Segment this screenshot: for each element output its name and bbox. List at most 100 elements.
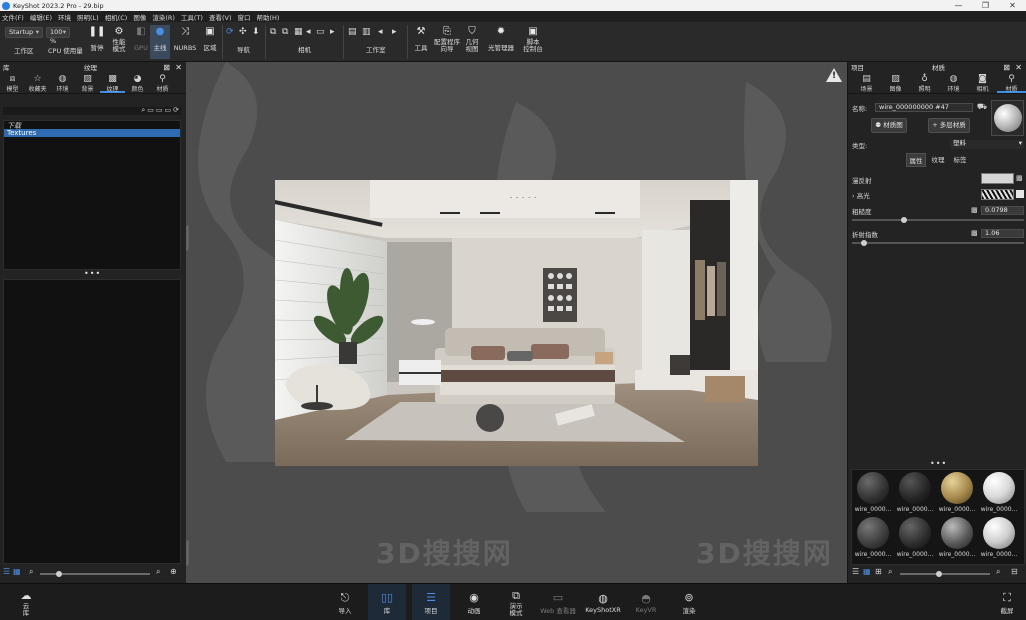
zoom-out-icon[interactable]: ⌕: [888, 567, 892, 577]
zoom-in-icon[interactable]: ⌕: [996, 567, 1000, 577]
web-viewer-button[interactable]: ▭ Web 查看器: [538, 584, 578, 620]
library-button[interactable]: ▯▯ 库: [368, 584, 406, 620]
menu-view[interactable]: 查看(V): [209, 12, 232, 22]
cloud-library-button[interactable]: ☁ 云 库: [14, 584, 38, 620]
folder-icon[interactable]: ▭: [156, 106, 165, 114]
grid-view-icon[interactable]: ▦: [13, 567, 21, 576]
menu-edit[interactable]: 编辑(E): [30, 12, 52, 22]
specular-color-swatch[interactable]: [981, 189, 1014, 200]
project-button[interactable]: ☰ 项目: [412, 584, 450, 620]
camera-add-icon[interactable]: ⧉: [270, 27, 276, 37]
tab-material[interactable]: ⚲ 材质: [997, 72, 1026, 93]
subtab-textures[interactable]: 纹理: [928, 153, 948, 167]
material-type-select[interactable]: 塑料 ▾: [950, 140, 1024, 149]
material-thumbnail[interactable]: wire_0000...: [936, 517, 978, 558]
tab-backplates[interactable]: ▨ 背景: [75, 72, 100, 93]
light-manager-button[interactable]: ✹ 光管理器: [486, 25, 516, 59]
studio-prev-icon[interactable]: ◂: [378, 27, 383, 37]
refractive-index-slider[interactable]: [852, 240, 1024, 246]
settings-icon[interactable]: ⊟: [1011, 567, 1018, 576]
roughness-input[interactable]: 0.0798: [981, 206, 1024, 215]
pin-icon[interactable]: ⊠: [1003, 63, 1010, 72]
material-thumbnail[interactable]: wire_0000...: [852, 472, 894, 513]
tree-item-textures[interactable]: Textures: [4, 129, 180, 137]
material-thumbnail[interactable]: wire_0000...: [894, 472, 936, 513]
chevron-right-icon[interactable]: ›: [852, 192, 855, 200]
studio-icon[interactable]: ▤: [348, 27, 357, 37]
zoom-in-icon[interactable]: ⌕: [156, 567, 160, 577]
list-view-icon[interactable]: ☰: [852, 567, 859, 576]
pin-icon[interactable]: ⊠: [163, 63, 170, 72]
script-console-button[interactable]: ▣ 脚本 控制台: [520, 25, 546, 59]
region-button[interactable]: ▣ 区域: [199, 25, 221, 59]
material-thumbnail[interactable]: wire_0000...: [978, 472, 1020, 513]
refractive-index-input[interactable]: 1.06: [981, 229, 1024, 238]
tab-camera[interactable]: ◙ 相机: [968, 72, 997, 93]
diffuse-color-swatch[interactable]: [981, 173, 1014, 184]
subtab-labels[interactable]: 标签: [950, 153, 970, 167]
render-button[interactable]: ⊚ 渲染: [676, 584, 702, 620]
folder-add-icon[interactable]: ▭: [147, 106, 156, 114]
menu-render[interactable]: 渲染(R): [152, 12, 175, 22]
menu-lighting[interactable]: 照明(L): [77, 12, 99, 22]
upload-icon[interactable]: ⊕: [170, 567, 177, 576]
animation-button[interactable]: ◉ 动画: [460, 584, 488, 620]
subtab-properties[interactable]: 属性: [906, 153, 926, 167]
menu-environment[interactable]: 环境: [58, 12, 71, 22]
tab-textures[interactable]: ▩ 纹理: [100, 72, 125, 93]
zoom-select[interactable]: 100 %: [46, 27, 70, 45]
main-render-button[interactable]: ● 主线: [150, 25, 170, 59]
grid-view-icon[interactable]: ▦: [863, 567, 871, 576]
material-graph-button[interactable]: ⚉ 材质图: [871, 118, 907, 133]
camera-next-icon[interactable]: ▸: [330, 27, 335, 37]
refresh-icon[interactable]: ⟳: [226, 27, 234, 37]
texture-map-icon[interactable]: ▩: [971, 206, 978, 214]
nurbs-button[interactable]: ⤨ NURBS: [172, 25, 198, 59]
material-thumbnail[interactable]: wire_0000...: [894, 517, 936, 558]
tree-view-icon[interactable]: ⊞: [875, 567, 882, 576]
configurator-wizard-button[interactable]: ⎘ 配置程序 向导: [433, 25, 461, 59]
material-thumbnail[interactable]: wire_0000...: [936, 472, 978, 513]
thumbnail-size-slider[interactable]: [40, 571, 150, 577]
studio-add-icon[interactable]: ▥: [362, 27, 371, 37]
close-icon[interactable]: ✕: [175, 63, 182, 72]
zoom-out-icon[interactable]: ⌕: [29, 567, 33, 577]
close-button[interactable]: ✕: [999, 1, 1026, 10]
tab-scene[interactable]: ▤ 场景: [852, 72, 881, 93]
list-view-icon[interactable]: ☰: [3, 567, 10, 576]
pause-button[interactable]: ❚❚ 暂停: [86, 25, 108, 59]
texture-map-icon[interactable]: ▩: [1016, 174, 1023, 182]
close-icon[interactable]: ✕: [1015, 63, 1022, 72]
menu-file[interactable]: 文件(F): [2, 12, 24, 22]
menu-window[interactable]: 窗口: [238, 12, 251, 22]
splitter-handle[interactable]: •••: [930, 459, 947, 468]
keyvr-button[interactable]: ◓ KeyVR: [632, 584, 660, 620]
tab-colors[interactable]: ◕ 颜色: [125, 72, 150, 93]
tab-favorites[interactable]: ☆ 收藏夹: [25, 72, 50, 93]
maximize-button[interactable]: ❐: [972, 1, 999, 10]
slider-knob[interactable]: [936, 571, 942, 577]
thumbnail-size-slider[interactable]: [900, 571, 990, 577]
keyshotxr-button[interactable]: ◍ KeyShotXR: [584, 584, 622, 620]
camera-prev-icon[interactable]: ◂: [306, 27, 311, 37]
minimize-button[interactable]: —: [945, 1, 972, 10]
slider-knob[interactable]: [901, 217, 907, 223]
tab-environment[interactable]: ◍ 环境: [939, 72, 968, 93]
camera-copy-icon[interactable]: ⧉: [282, 27, 288, 37]
folder-open-icon[interactable]: ▭: [165, 106, 174, 114]
refresh-icon[interactable]: ⟳: [173, 106, 181, 114]
real-time-viewport[interactable]: 3D搜搜网 3D搜搜网 3D搜搜网 3D搜搜网: [186, 62, 847, 583]
material-thumbnail[interactable]: wire_0000...: [978, 517, 1020, 558]
specular-toggle[interactable]: [1016, 190, 1024, 198]
save-material-icon[interactable]: ⛟: [977, 102, 987, 112]
import-button[interactable]: ⎋ 导入: [332, 584, 358, 620]
material-name-input[interactable]: wire_000000000 #47: [875, 103, 973, 112]
material-thumbnail[interactable]: wire_0000...: [852, 517, 894, 558]
menu-help[interactable]: 帮助(H): [257, 12, 280, 22]
geometry-view-button[interactable]: ⛉ 几何 视图: [461, 25, 483, 59]
texture-map-icon[interactable]: ▩: [971, 229, 978, 237]
menu-tools[interactable]: 工具(T): [181, 12, 203, 22]
presentation-mode-button[interactable]: ⧉ 演示 模式: [502, 584, 530, 620]
performance-mode-button[interactable]: ⚙ 性能 模式: [108, 25, 130, 59]
warning-icon[interactable]: !: [826, 68, 842, 82]
